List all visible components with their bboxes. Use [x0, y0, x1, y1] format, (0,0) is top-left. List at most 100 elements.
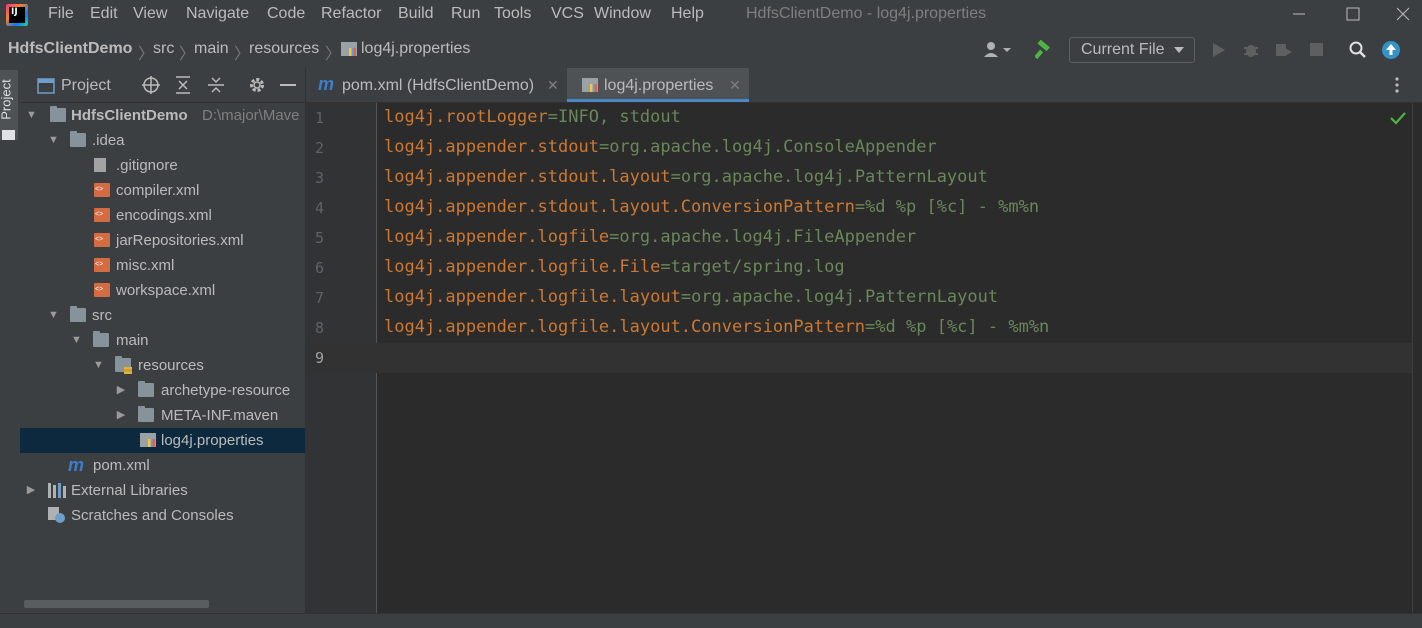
close-tab-icon[interactable]: ✕: [729, 77, 741, 94]
tree-row-misc-xml[interactable]: misc.xml: [20, 253, 305, 278]
debug-icon[interactable]: [1242, 41, 1260, 59]
chevron-down-icon[interactable]: ▼: [48, 303, 59, 328]
more-tabs-icon[interactable]: [1394, 76, 1400, 94]
hide-panel-icon[interactable]: [280, 84, 296, 87]
breadcrumb-main[interactable]: main: [194, 40, 229, 58]
line-number: 4: [314, 199, 324, 217]
chevron-down-icon[interactable]: ▼: [48, 128, 59, 153]
property-key: log4j.appender.logfile.layout: [384, 287, 681, 307]
code-line[interactable]: log4j.appender.logfile.layout=org.apache…: [384, 287, 998, 307]
breadcrumb-separator: 〉: [179, 46, 196, 63]
code-line[interactable]: log4j.appender.stdout.layout.ConversionP…: [384, 197, 1039, 217]
maven-icon: m: [68, 455, 85, 475]
menu-view[interactable]: View: [133, 5, 167, 23]
code-line[interactable]: log4j.rootLogger=INFO, stdout: [384, 107, 681, 127]
chevron-down-icon[interactable]: ▼: [26, 103, 37, 128]
tree-row-compiler-xml[interactable]: compiler.xml: [20, 178, 305, 203]
folder-icon: [2, 128, 16, 140]
menu-vcs[interactable]: VCS: [551, 5, 584, 23]
tree-row-idea[interactable]: ▼ .idea: [20, 128, 305, 153]
run-configuration-label: Current File: [1081, 41, 1165, 58]
resources-badge-icon: [124, 367, 132, 374]
menu-window[interactable]: Window: [594, 5, 651, 23]
tree-row-gitignore[interactable]: .gitignore: [20, 153, 305, 178]
close-tab-icon[interactable]: ✕: [547, 77, 559, 94]
tree-row-encodings-xml[interactable]: encodings.xml: [20, 203, 305, 228]
property-key: log4j.appender.stdout.layout: [384, 167, 671, 187]
collapse-all-icon[interactable]: [207, 76, 225, 94]
gear-icon[interactable]: [248, 76, 266, 94]
xml-file-icon: [94, 183, 110, 197]
line-number: 5: [314, 229, 324, 247]
property-value: org.apache.log4j.ConsoleAppender: [609, 137, 937, 157]
tree-row-archetype-resource[interactable]: ▶ archetype-resource: [20, 378, 305, 403]
code-line[interactable]: log4j.appender.logfile=org.apache.log4j.…: [384, 227, 916, 247]
coverage-icon[interactable]: [1275, 41, 1293, 59]
breadcrumb-src[interactable]: src: [153, 40, 174, 58]
line-number: 8: [314, 319, 324, 337]
tree-row-src[interactable]: ▼ src: [20, 303, 305, 328]
module-folder-icon: [50, 106, 66, 122]
locate-icon[interactable]: [142, 76, 160, 94]
menu-file[interactable]: File: [48, 5, 74, 23]
properties-file-icon: [341, 42, 357, 56]
code-line[interactable]: log4j.appender.logfile.layout.Conversion…: [384, 317, 1049, 337]
chevron-down-icon[interactable]: ▼: [93, 353, 104, 378]
tree-label: pom.xml: [93, 457, 150, 474]
tree-row-meta-inf[interactable]: ▶ META-INF.maven: [20, 403, 305, 428]
xml-file-icon: [94, 233, 110, 247]
tree-row-resources[interactable]: ▼ resources: [20, 353, 305, 378]
menu-tools[interactable]: Tools: [494, 5, 531, 23]
chevron-right-icon[interactable]: ▶: [116, 403, 126, 428]
code-line[interactable]: log4j.appender.stdout.layout=org.apache.…: [384, 167, 988, 187]
property-key: log4j.appender.logfile: [384, 227, 610, 247]
build-icon[interactable]: [1035, 40, 1055, 60]
breadcrumb-file[interactable]: log4j.properties: [361, 40, 470, 58]
minimize-icon[interactable]: [1292, 6, 1306, 20]
menu-edit[interactable]: Edit: [90, 5, 118, 23]
tree-row-log4j-properties[interactable]: log4j.properties: [20, 428, 305, 453]
property-value: org.apache.log4j.PatternLayout: [691, 287, 999, 307]
code-line[interactable]: log4j.appender.logfile.File=target/sprin…: [384, 257, 845, 277]
project-panel-title[interactable]: Project: [61, 77, 111, 95]
update-icon[interactable]: [1381, 40, 1401, 60]
chevron-down-icon[interactable]: ▼: [71, 328, 82, 353]
stop-icon[interactable]: [1309, 42, 1325, 58]
breadcrumb-project[interactable]: HdfsClientDemo: [8, 40, 132, 58]
tree-row-workspace-xml[interactable]: workspace.xml: [20, 278, 305, 303]
maximize-icon[interactable]: [1346, 7, 1360, 21]
properties-file-icon: [140, 433, 156, 447]
breadcrumb-separator: 〉: [325, 46, 342, 63]
chevron-right-icon[interactable]: ▶: [116, 378, 126, 403]
breadcrumb-resources[interactable]: resources: [249, 40, 319, 58]
line-number: 1: [314, 109, 324, 127]
menu-code[interactable]: Code: [267, 5, 305, 23]
user-icon[interactable]: [983, 41, 1013, 59]
expand-all-icon[interactable]: [174, 76, 192, 94]
tree-row-scratches[interactable]: Scratches and Consoles: [20, 503, 305, 528]
tree-label: resources: [138, 357, 204, 374]
tree-row-module[interactable]: ▼ HdfsClientDemo D:\major\Mave: [20, 103, 305, 128]
menu-help[interactable]: Help: [671, 5, 704, 23]
tree-row-pom-xml[interactable]: m pom.xml: [20, 453, 305, 478]
tree-row-external-libraries[interactable]: ▶ External Libraries: [20, 478, 305, 503]
menu-refactor[interactable]: Refactor: [321, 5, 381, 23]
chevron-right-icon[interactable]: ▶: [26, 478, 36, 503]
xml-file-icon: [94, 283, 110, 297]
code-line[interactable]: log4j.appender.stdout=org.apache.log4j.C…: [384, 137, 937, 157]
breadcrumb-separator: 〉: [234, 46, 251, 63]
search-icon[interactable]: [1349, 41, 1367, 59]
run-icon[interactable]: [1212, 42, 1226, 58]
tree-row-jarrepositories-xml[interactable]: jarRepositories.xml: [20, 228, 305, 253]
tree-row-main[interactable]: ▼ main: [20, 328, 305, 353]
menu-run[interactable]: Run: [451, 5, 480, 23]
no-problems-check-icon[interactable]: [1390, 111, 1406, 125]
tree-label: .idea: [92, 132, 125, 149]
menu-navigate[interactable]: Navigate: [186, 5, 249, 23]
close-window-icon[interactable]: [1396, 7, 1410, 21]
property-value: org.apache.log4j.FileAppender: [619, 227, 917, 247]
menu-build[interactable]: Build: [398, 5, 434, 23]
property-separator: =: [670, 167, 681, 187]
horizontal-scrollbar[interactable]: [24, 600, 209, 608]
window-title: HdfsClientDemo - log4j.properties: [746, 5, 987, 22]
